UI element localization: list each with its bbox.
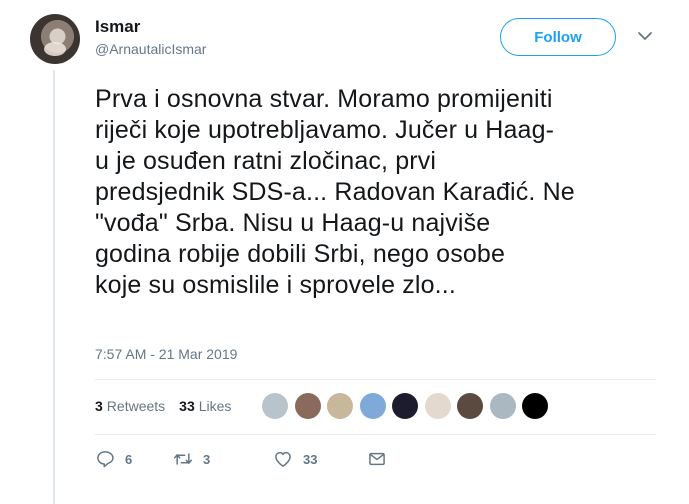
liker-avatar[interactable] — [457, 393, 483, 419]
reply-icon — [97, 451, 114, 468]
chevron-down-icon[interactable] — [637, 30, 653, 42]
retweet-count: 3 — [203, 451, 211, 467]
liker-avatar[interactable] — [327, 393, 353, 419]
likes-label: Likes — [198, 398, 232, 414]
liker-avatar[interactable] — [522, 393, 548, 419]
retweet-button[interactable]: 3 — [173, 449, 273, 469]
tweet-timestamp[interactable]: 7:57 AM - 21 Mar 2019 — [95, 346, 237, 362]
liker-avatar[interactable] — [359, 393, 386, 419]
retweets-label: Retweets — [106, 398, 166, 414]
tweet-line: Prva i osnovna stvar. Moramo promijeniti — [95, 85, 553, 113]
liker-avatar[interactable] — [262, 393, 288, 419]
liker-avatar[interactable] — [424, 393, 451, 419]
thread-line — [53, 70, 55, 504]
follow-button[interactable]: Follow — [500, 18, 616, 56]
tweet-line: godina robije dobili Srbi, nego osobe — [95, 240, 506, 268]
retweets-stat[interactable]: 3 Retweets — [95, 398, 165, 414]
tweet-line: koje su osmislile i sprovele zlo... — [95, 271, 456, 299]
likes-stat[interactable]: 33 Likes — [179, 398, 231, 414]
message-button[interactable] — [367, 449, 387, 469]
retweet-icon — [173, 453, 193, 465]
likes-count: 33 — [179, 398, 195, 414]
like-count: 33 — [303, 451, 318, 467]
retweets-count: 3 — [95, 398, 103, 414]
divider — [95, 434, 656, 435]
divider — [95, 379, 656, 380]
tweet-line: predsjednik SDS-a... Radovan Karađić. Ne — [95, 178, 575, 206]
liker-avatar[interactable] — [489, 393, 516, 419]
tweet-line: riječi koje upotrebljavamo. Jučer u Haag… — [95, 116, 555, 144]
tweet-line: "vođa" Srba. Nisu u Haag-u najviše — [95, 209, 491, 237]
envelope-icon — [369, 452, 385, 466]
tweet-stats: 3 Retweets 33 Likes — [95, 398, 245, 414]
heart-icon — [275, 451, 291, 467]
display-name[interactable]: Ismar — [95, 17, 140, 37]
tweet-actions: 6 3 33 — [95, 449, 387, 469]
tweet-line: u je osuđen ratni zločinac, prvi — [95, 147, 437, 175]
reply-button[interactable]: 6 — [95, 449, 173, 469]
liker-avatar[interactable] — [392, 393, 418, 419]
reply-count: 6 — [125, 451, 133, 467]
like-button[interactable]: 33 — [273, 449, 367, 469]
avatar[interactable] — [30, 14, 80, 64]
tweet-text: Prva i osnovna stvar. Moramo promijeniti… — [95, 84, 665, 301]
user-handle[interactable]: @ArnautalicIsmar — [95, 41, 206, 57]
liker-avatar[interactable] — [294, 393, 321, 419]
liker-avatars — [262, 393, 555, 419]
